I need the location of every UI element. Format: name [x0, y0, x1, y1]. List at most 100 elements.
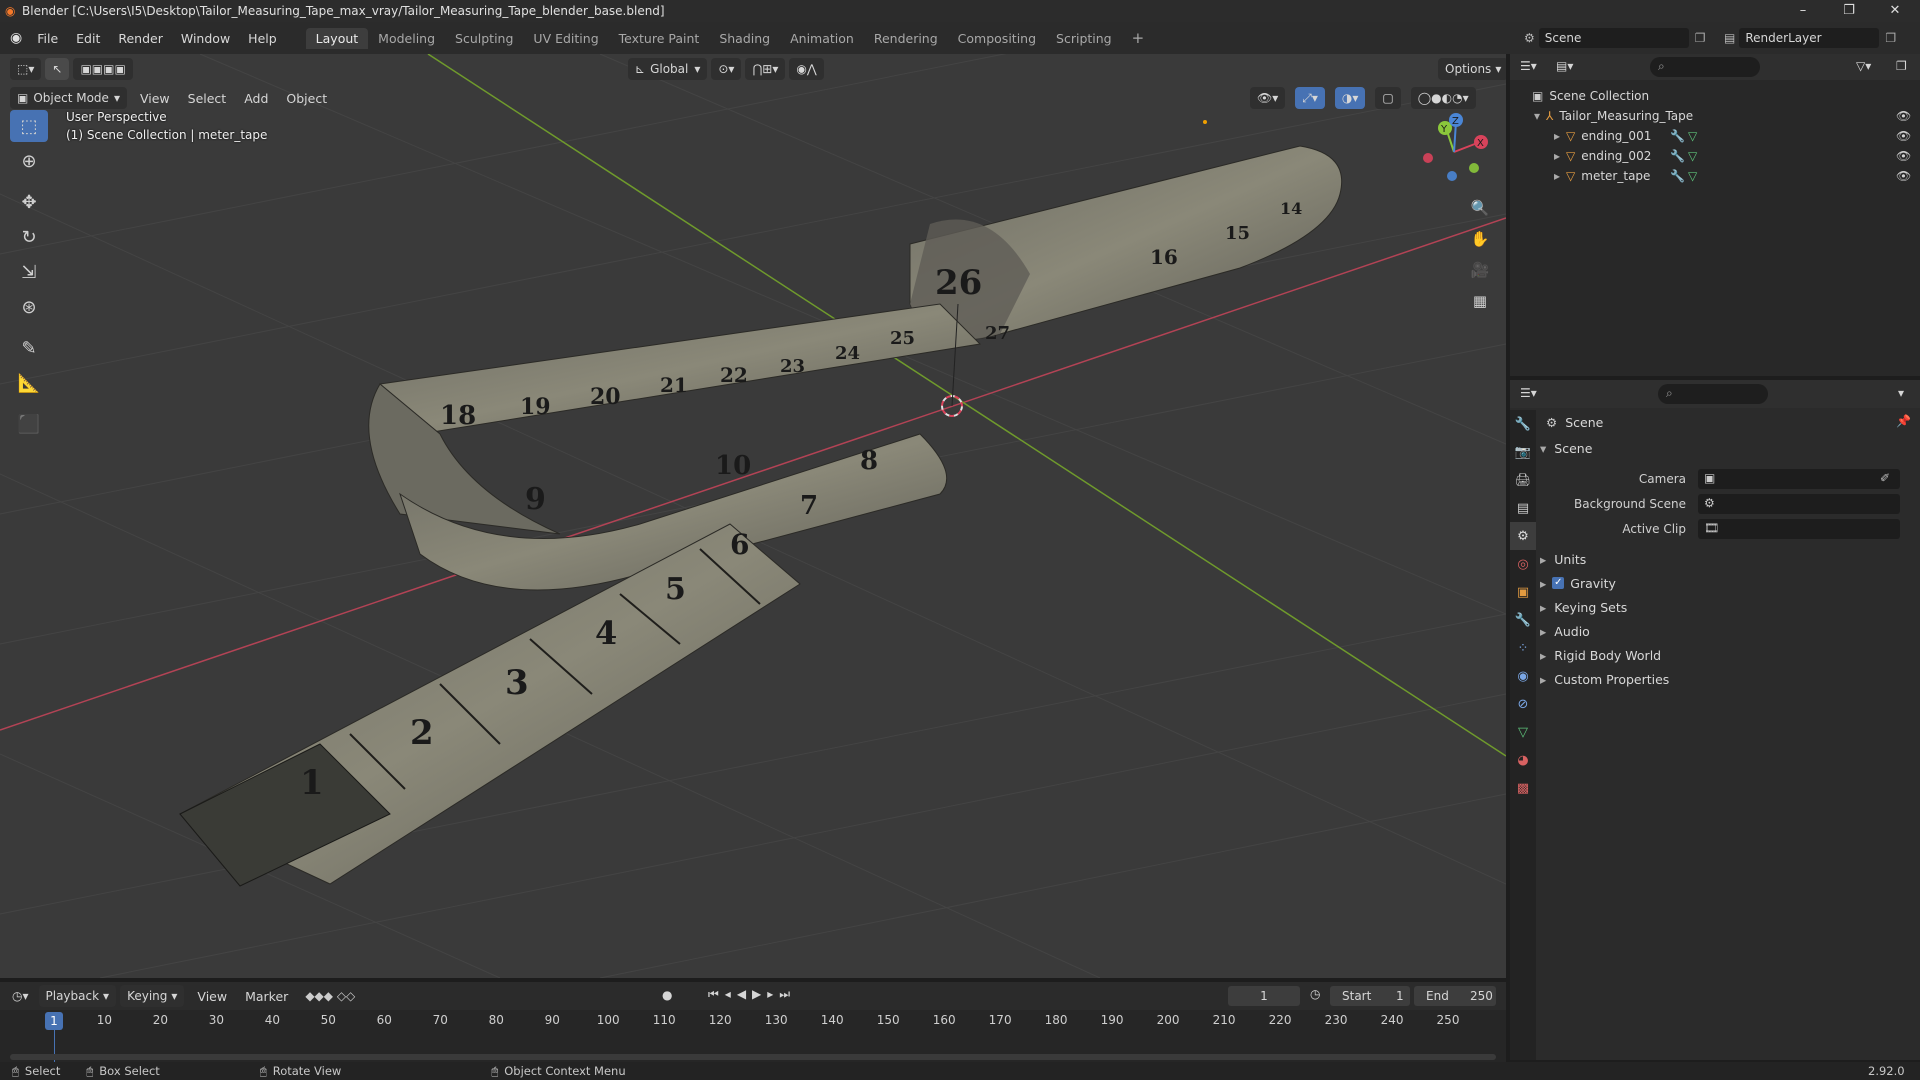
- ortho-toggle-button[interactable]: ▦: [1466, 287, 1494, 315]
- pan-button[interactable]: ✋: [1466, 225, 1494, 253]
- viewport-menu-view[interactable]: View: [131, 91, 179, 106]
- tab-texture-paint[interactable]: Texture Paint: [609, 28, 710, 49]
- display-mode-icon[interactable]: ▤▾: [1556, 59, 1573, 73]
- camera-view-button[interactable]: 🎥: [1466, 256, 1494, 284]
- new-collection-icon[interactable]: ❐: [1896, 59, 1907, 73]
- editor-type-button[interactable]: ⬚▾: [10, 58, 42, 80]
- playhead[interactable]: 1: [45, 1012, 63, 1030]
- expand-chevron-icon[interactable]: ▾: [1534, 109, 1540, 123]
- outliner-editor-type-icon[interactable]: ☰▾: [1520, 59, 1537, 73]
- filter-icon[interactable]: ▽▾: [1856, 59, 1871, 73]
- tab-scripting[interactable]: Scripting: [1046, 28, 1122, 49]
- tab-shading[interactable]: Shading: [709, 28, 780, 49]
- playback-menu[interactable]: Playback ▾: [38, 985, 117, 1007]
- xray-toggle[interactable]: ▢: [1375, 87, 1401, 109]
- new-scene-icon[interactable]: ❐: [1695, 31, 1706, 45]
- timeline-view-menu[interactable]: View: [188, 989, 236, 1004]
- timeline-track-area[interactable]: 1 10 20 30 40 50 60 70 80 90 100 110 120 130 140 150 16…: [0, 1010, 1506, 1062]
- new-render-layer-icon[interactable]: ❐: [1885, 31, 1896, 45]
- outliner-row-object[interactable]: ▸ ▽ ending_002 🔧 ▽ 👁: [1510, 146, 1920, 166]
- light-object-marker[interactable]: [1203, 120, 1207, 124]
- neg-y-axis-gizmo[interactable]: [1469, 163, 1479, 173]
- pivot-point-dropdown[interactable]: ⊙▾: [711, 58, 742, 80]
- outliner-search-input[interactable]: ⌕: [1650, 57, 1760, 77]
- tab-uv-editing[interactable]: UV Editing: [523, 28, 608, 49]
- properties-search-input[interactable]: ⌕: [1658, 384, 1768, 404]
- tab-scene[interactable]: ⚙: [1510, 522, 1536, 550]
- units-panel-header[interactable]: ▸ Units: [1540, 548, 1586, 570]
- close-button[interactable]: ✕: [1872, 0, 1918, 22]
- tab-constraints[interactable]: ⊘: [1510, 690, 1536, 718]
- timeline-editor-type-icon[interactable]: ◷▾: [12, 989, 29, 1003]
- overlays-toggle[interactable]: ◑▾: [1334, 87, 1366, 109]
- measure-tool[interactable]: 📐: [10, 367, 48, 399]
- timeline-marker-menu[interactable]: Marker: [236, 989, 297, 1004]
- outliner-row-object[interactable]: ▸ ▽ meter_tape 🔧 ▽ 👁: [1510, 166, 1920, 186]
- neg-z-axis-gizmo[interactable]: [1447, 171, 1457, 181]
- pin-icon[interactable]: 📌: [1896, 414, 1911, 428]
- outliner-row-collection[interactable]: ▾ ⅄ Tailor_Measuring_Tape 👁: [1510, 106, 1920, 126]
- eye-icon[interactable]: 👁: [1896, 169, 1911, 183]
- select-box-tool[interactable]: ⬚: [10, 110, 48, 142]
- camera-field[interactable]: ▣ ✐: [1698, 469, 1900, 489]
- current-frame-field[interactable]: 1: [1228, 986, 1300, 1006]
- annotate-tool[interactable]: ✎: [10, 332, 48, 364]
- tab-world[interactable]: ◎: [1510, 550, 1536, 578]
- audio-panel-header[interactable]: ▸ Audio: [1540, 620, 1590, 642]
- snap-toggle[interactable]: ⋂⊞▾: [745, 58, 786, 80]
- tab-modeling[interactable]: Modeling: [368, 28, 445, 49]
- options-dropdown[interactable]: Options ▾: [1438, 58, 1506, 80]
- background-scene-field[interactable]: ⚙: [1698, 494, 1900, 514]
- tab-layout[interactable]: Layout: [305, 27, 369, 49]
- start-frame-field[interactable]: Start 1: [1330, 986, 1410, 1006]
- playback-controls[interactable]: ⏮◂◀▶▸⏭: [708, 987, 796, 1002]
- select-tool-button[interactable]: ↖: [45, 58, 70, 80]
- outliner-row-scene-collection[interactable]: ▣ Scene Collection: [1510, 86, 1920, 106]
- gizmo-toggle[interactable]: ⤢▾: [1295, 87, 1325, 109]
- tab-material[interactable]: ◕: [1510, 746, 1536, 774]
- tab-render[interactable]: 📷: [1510, 438, 1536, 466]
- rotate-tool[interactable]: ↻: [10, 221, 48, 253]
- outliner-row-object[interactable]: ▸ ▽ ending_001 🔧 ▽ 👁: [1510, 126, 1920, 146]
- eyedropper-icon[interactable]: ✐: [1880, 471, 1890, 485]
- tab-output[interactable]: 🖨: [1510, 466, 1536, 494]
- menu-window[interactable]: Window: [172, 31, 239, 46]
- chevron-down-icon[interactable]: ▾: [1898, 386, 1904, 400]
- add-workspace-button[interactable]: +: [1122, 26, 1155, 50]
- properties-editor-type-icon[interactable]: ☰▾: [1520, 386, 1537, 400]
- transform-tool[interactable]: ⊛: [10, 291, 48, 323]
- record-button[interactable]: ●: [662, 988, 672, 1002]
- expand-chevron-icon[interactable]: ▸: [1554, 129, 1560, 143]
- proportional-edit-toggle[interactable]: ◉⋀: [789, 58, 824, 80]
- tab-physics[interactable]: ◉: [1510, 662, 1536, 690]
- scene-name-field[interactable]: Scene: [1538, 28, 1689, 48]
- tab-texture[interactable]: ▩: [1510, 774, 1536, 802]
- move-tool[interactable]: ✥: [10, 186, 48, 218]
- tab-sculpting[interactable]: Sculpting: [445, 28, 523, 49]
- scene-panel-header[interactable]: ▾ Scene: [1540, 437, 1592, 459]
- rigid-body-world-panel-header[interactable]: ▸ Rigid Body World: [1540, 644, 1661, 666]
- render-layer-name-field[interactable]: RenderLayer: [1739, 28, 1880, 48]
- eye-icon[interactable]: 👁: [1896, 149, 1911, 163]
- tab-view-layer[interactable]: ▤: [1510, 494, 1536, 522]
- active-clip-field[interactable]: 🎞: [1698, 519, 1900, 539]
- tab-modifiers[interactable]: 🔧: [1510, 606, 1536, 634]
- tab-animation[interactable]: Animation: [780, 28, 864, 49]
- blender-menu-icon[interactable]: ◉: [10, 30, 22, 46]
- gravity-panel-header[interactable]: ▸ ✓ Gravity: [1540, 572, 1616, 594]
- keyframe-icons[interactable]: ◆◆◆ ◇◇: [305, 989, 355, 1003]
- gravity-checkbox[interactable]: ✓: [1552, 577, 1565, 589]
- 3d-viewport[interactable]: 1 2 3 4 5 6 7 8 9 10 18 19 20 21 22 23 2…: [0, 54, 1506, 978]
- keying-menu[interactable]: Keying ▾: [120, 985, 185, 1007]
- menu-help[interactable]: Help: [239, 31, 286, 46]
- eye-icon[interactable]: 👁: [1896, 129, 1911, 143]
- shading-modes[interactable]: ◯●◐◔▾: [1410, 87, 1476, 109]
- keying-sets-panel-header[interactable]: ▸ Keying Sets: [1540, 596, 1627, 618]
- visibility-toggle[interactable]: 👁▾: [1250, 87, 1286, 109]
- tab-tool[interactable]: 🔧: [1510, 410, 1536, 438]
- add-cube-tool[interactable]: ⬛: [10, 408, 48, 440]
- menu-file[interactable]: File: [28, 31, 67, 46]
- object-mode-dropdown[interactable]: ▣ Object Mode ▾: [10, 87, 127, 109]
- tab-rendering[interactable]: Rendering: [864, 28, 948, 49]
- maximize-button[interactable]: ❐: [1826, 0, 1872, 22]
